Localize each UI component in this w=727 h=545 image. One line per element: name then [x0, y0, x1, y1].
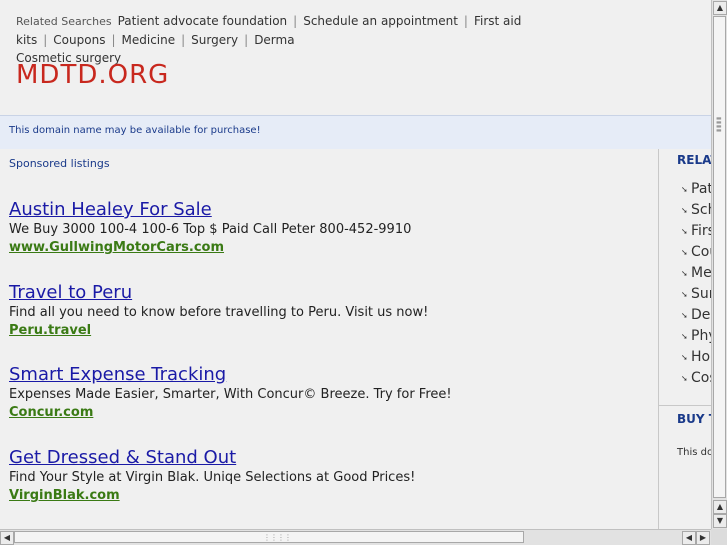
- related-link-patient-advocate[interactable]: Patient advocate foundation: [118, 14, 288, 28]
- sidebar-related-item[interactable]: ➘Mec: [681, 263, 711, 284]
- ad-title-link[interactable]: Austin Healey For Sale: [9, 199, 649, 221]
- arrow-bullet-icon: ➘: [681, 206, 688, 215]
- related-searches-label: Related Searches: [16, 15, 112, 28]
- ad-description: Find all you need to know before travell…: [9, 305, 429, 320]
- ad-url-link[interactable]: Peru.travel: [9, 322, 649, 340]
- vertical-scrollbar[interactable]: ▲ ▬ ▬ ▬ ▬ ▲ ▼: [711, 0, 727, 529]
- ad-title-link[interactable]: Travel to Peru: [9, 282, 649, 304]
- ad-listing: Get Dressed & Stand Out Find Your Style …: [9, 447, 649, 505]
- ad-title-link[interactable]: Get Dressed & Stand Out: [9, 447, 649, 469]
- sidebar-related-item[interactable]: ➘Sch: [681, 200, 711, 221]
- arrow-bullet-icon: ➘: [681, 185, 688, 194]
- right-sidebar: RELAT ➘Pat ➘Sch ➘Firs ➘Cou ➘Mec ➘Sur ➘De…: [658, 149, 711, 529]
- ad-description: We Buy 3000 100-4 100-6 Top $ Paid Call …: [9, 222, 412, 237]
- arrow-right-icon[interactable]: ▶: [696, 531, 710, 545]
- related-link-schedule-appointment[interactable]: Schedule an appointment: [303, 14, 458, 28]
- arrow-left-icon[interactable]: ◀: [682, 531, 696, 545]
- sidebar-related-item[interactable]: ➘Der: [681, 305, 711, 326]
- arrow-bullet-icon: ➘: [681, 227, 688, 236]
- sidebar-related-list: ➘Pat ➘Sch ➘Firs ➘Cou ➘Mec ➘Sur ➘Der ➘Phy…: [681, 179, 711, 389]
- sidebar-related-item[interactable]: ➘Hor: [681, 347, 711, 368]
- sidebar-buy-heading: BUY T: [677, 412, 711, 426]
- sidebar-divider: [659, 405, 711, 406]
- domain-sale-banner: This domain name may be available for pu…: [0, 115, 711, 149]
- related-searches-bar: Related Searches Patient advocate foundat…: [16, 14, 522, 65]
- sidebar-related-item[interactable]: ➘Cou: [681, 242, 711, 263]
- arrow-bullet-icon: ➘: [681, 290, 688, 299]
- arrow-bullet-icon: ➘: [681, 374, 688, 383]
- arrow-bullet-icon: ➘: [681, 353, 688, 362]
- related-link-derma[interactable]: Derma: [254, 33, 294, 47]
- ad-title-link[interactable]: Smart Expense Tracking: [9, 364, 649, 386]
- ad-listing: Travel to Peru Find all you need to know…: [9, 282, 649, 340]
- ad-listing: Austin Healey For Sale We Buy 3000 100-4…: [9, 199, 649, 257]
- site-title: MDTD.ORG: [16, 60, 170, 90]
- sidebar-related-item[interactable]: ➘Phy: [681, 326, 711, 347]
- related-link-coupons[interactable]: Coupons: [53, 33, 105, 47]
- related-link-medicine[interactable]: Medicine: [122, 33, 176, 47]
- vertical-scroll-thumb[interactable]: ▬ ▬ ▬ ▬: [713, 16, 726, 498]
- arrow-up-icon[interactable]: ▲: [713, 500, 727, 514]
- arrow-bullet-icon: ➘: [681, 332, 688, 341]
- arrow-down-icon[interactable]: ▼: [713, 514, 727, 528]
- sidebar-related-item[interactable]: ➘ Pat: [681, 179, 711, 200]
- ad-listing: Smart Expense Tracking Expenses Made Eas…: [9, 364, 649, 422]
- ad-description: Find Your Style at Virgin Blak. Uniqe Se…: [9, 470, 416, 485]
- sidebar-buy-text: This dor: [677, 447, 711, 458]
- sidebar-related-heading: RELAT: [677, 153, 711, 167]
- arrow-bullet-icon: ➘: [681, 311, 688, 320]
- sidebar-related-item[interactable]: ➘Cos: [681, 368, 711, 389]
- ad-url-link[interactable]: VirginBlak.com: [9, 487, 649, 505]
- horizontal-scrollbar[interactable]: ◀ ⋮⋮⋮⋮ ◀ ▶: [0, 529, 711, 545]
- ad-url-link[interactable]: www.GullwingMotorCars.com: [9, 239, 649, 257]
- sponsored-listings-label: Sponsored listings: [9, 157, 110, 170]
- arrow-bullet-icon: ➘: [681, 248, 688, 257]
- sidebar-related-item[interactable]: ➘Sur: [681, 284, 711, 305]
- arrow-bullet-icon: ➘: [681, 269, 688, 278]
- ad-description: Expenses Made Easier, Smarter, With Conc…: [9, 387, 452, 402]
- page-viewport: Related Searches Patient advocate foundat…: [0, 0, 711, 529]
- arrow-left-icon[interactable]: ◀: [0, 531, 14, 545]
- sidebar-related-item[interactable]: ➘Firs: [681, 221, 711, 242]
- related-link-surgery[interactable]: Surgery: [191, 33, 238, 47]
- arrow-up-icon[interactable]: ▲: [713, 1, 727, 15]
- domain-sale-text[interactable]: This domain name may be available for pu…: [9, 125, 261, 136]
- scrollbar-corner: [711, 529, 727, 545]
- horizontal-scroll-thumb[interactable]: ⋮⋮⋮⋮: [14, 531, 524, 543]
- ad-url-link[interactable]: Concur.com: [9, 404, 649, 422]
